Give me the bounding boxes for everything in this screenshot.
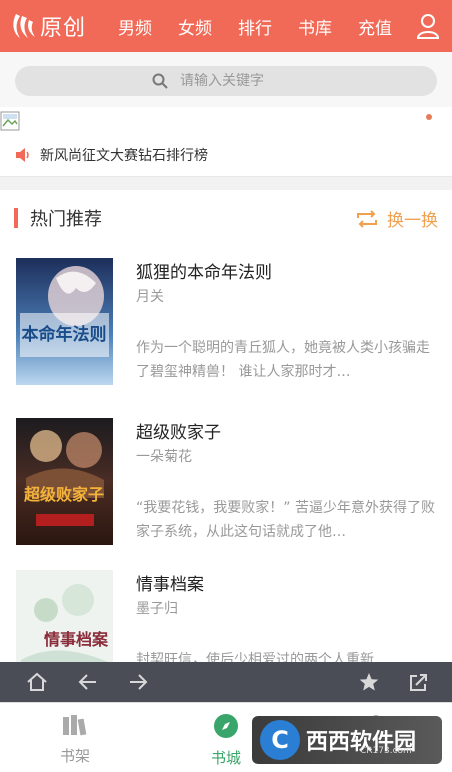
- book-item[interactable]: 超级败家子 超级败家子 一朵菊花 “我要花钱，我要败家！” 苦逼少年意外获得了败…: [0, 418, 452, 568]
- logo-icon: [13, 14, 35, 38]
- tab-label: 书架: [59, 747, 90, 765]
- star-icon[interactable]: [358, 672, 380, 692]
- refresh-icon: [357, 209, 377, 228]
- back-arrow-icon[interactable]: [77, 672, 99, 692]
- section-title: 热门推荐: [30, 209, 102, 230]
- forward-arrow-icon[interactable]: [127, 672, 149, 692]
- compass-icon: [214, 714, 238, 738]
- cover-title: 本命年法则: [22, 324, 107, 345]
- main-nav: 男频 女频 排行 书库 充值: [118, 14, 418, 39]
- book-author: 墨子归: [136, 601, 178, 617]
- book-title: 狐狸的本命年法则: [136, 263, 272, 283]
- banner[interactable]: [0, 107, 452, 137]
- logo[interactable]: 原创: [10, 10, 118, 42]
- book-item[interactable]: 本命年法则 狐狸的本命年法则 月关 作为一个聪明的青丘狐人，她竟被人类小孩骗走了…: [0, 258, 452, 408]
- nav-male[interactable]: 男频: [118, 14, 178, 39]
- book-title: 超级败家子: [136, 423, 221, 443]
- search-icon: [152, 73, 168, 89]
- book-cover: 超级败家子: [16, 418, 113, 545]
- browser-toolbar: [0, 662, 452, 702]
- watermark-logo-icon: C: [260, 720, 300, 760]
- watermark-sub: CR173.com: [360, 746, 412, 756]
- book-description: “我要花钱，我要败家！” 苦逼少年意外获得了败家子系统，从此这句话就成了他…: [136, 500, 435, 540]
- notice-bar[interactable]: 新风尚征文大赛钻石排行榜: [0, 140, 452, 170]
- section-accent-bar: [14, 208, 18, 228]
- tab-bookshelf[interactable]: 书架: [45, 713, 105, 766]
- book-title: 情事档案: [136, 575, 204, 595]
- book-author: 月关: [136, 289, 164, 305]
- nav-recharge[interactable]: 充值: [358, 14, 418, 39]
- nav-library[interactable]: 书库: [298, 14, 358, 39]
- watermark: C 西西软件园 CR173.com: [252, 716, 442, 764]
- bookshelf-icon: [63, 715, 87, 736]
- logo-text: 原创: [40, 16, 87, 41]
- top-bar: 原创 男频 女频 排行 书库 充值: [0, 0, 452, 52]
- notice-text: 新风尚征文大赛钻石排行榜: [40, 148, 208, 164]
- app-root: 原创 男频 女频 排行 书库 充值 请输入关键字 新风尚征文大赛钻石排行榜 热门…: [0, 0, 452, 772]
- banner-indicator-dot: [426, 114, 432, 120]
- refresh-label: 换一换: [387, 211, 438, 231]
- refresh-button[interactable]: 换一换: [355, 206, 438, 231]
- search-input[interactable]: [180, 73, 300, 89]
- tab-label: 书城: [210, 749, 241, 767]
- share-icon[interactable]: [408, 672, 430, 692]
- nav-ranking[interactable]: 排行: [238, 14, 298, 39]
- home-icon[interactable]: [26, 672, 48, 692]
- speaker-icon: [16, 148, 29, 162]
- cover-title: 情事档案: [44, 630, 109, 649]
- search-area: [0, 52, 452, 107]
- search-box[interactable]: [15, 66, 437, 96]
- user-icon[interactable]: [416, 13, 440, 39]
- nav-female[interactable]: 女频: [178, 14, 238, 39]
- broken-image-icon: [0, 111, 20, 131]
- tab-bookstore[interactable]: 书城: [196, 713, 256, 768]
- hot-recommend-header: 热门推荐 换一换: [0, 196, 452, 240]
- section-divider: [0, 176, 452, 190]
- book-cover: 本命年法则: [16, 258, 113, 385]
- cover-title: 超级败家子: [23, 485, 104, 504]
- book-author: 一朵菊花: [136, 449, 192, 465]
- book-description: 作为一个聪明的青丘狐人，她竟被人类小孩骗走了碧玺神精兽！ 谁让人家那时才…: [136, 340, 430, 380]
